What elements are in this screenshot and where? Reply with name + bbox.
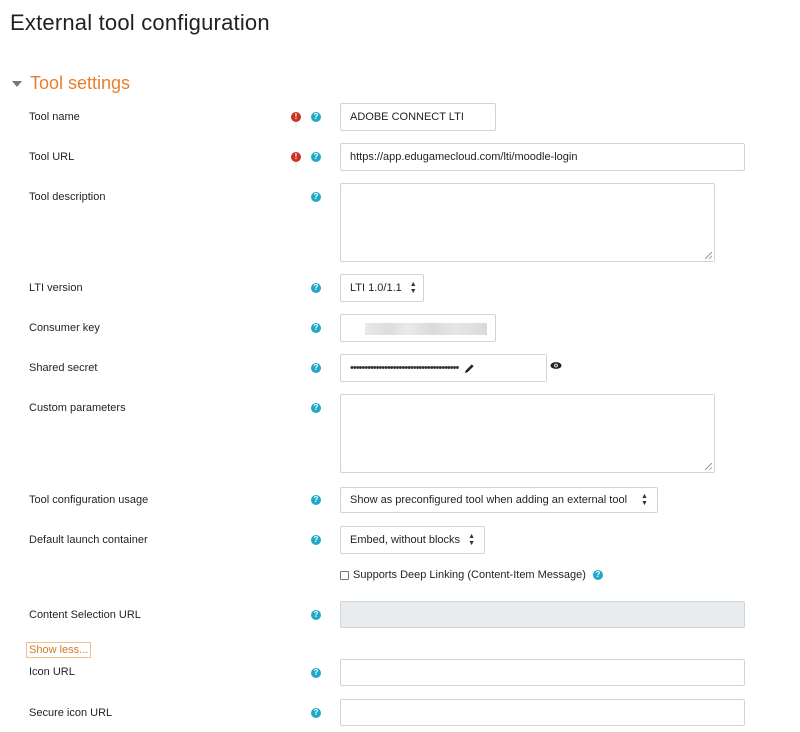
resize-handle-icon[interactable] bbox=[705, 463, 712, 470]
shared-secret-label: Shared secret bbox=[29, 362, 98, 374]
select-arrows-icon: ▲ ▼ bbox=[468, 533, 475, 547]
lti-version-label: LTI version bbox=[29, 282, 83, 294]
help-icon[interactable]: ? bbox=[311, 610, 321, 620]
row-lti-version: LTI version ? LTI 1.0/1.1 ▲ ▼ bbox=[0, 274, 800, 302]
shared-secret-masked-value: •••••••••••••••••••••••••••••••••••••• bbox=[350, 362, 459, 374]
deep-linking-checkbox[interactable] bbox=[340, 570, 349, 580]
tool-url-label: Tool URL bbox=[29, 151, 75, 163]
row-consumer-key: Consumer key ? bbox=[0, 314, 800, 342]
help-icon[interactable]: ? bbox=[592, 570, 603, 580]
tool-configuration-usage-value: Show as preconfigured tool when adding a… bbox=[350, 494, 628, 506]
resize-handle-icon[interactable] bbox=[705, 252, 712, 259]
deep-linking-label[interactable]: Supports Deep Linking (Content-Item Mess… bbox=[353, 569, 586, 581]
select-arrows-icon: ▲ ▼ bbox=[641, 493, 648, 507]
row-default-launch-container: Default launch container ? Embed, withou… bbox=[0, 526, 800, 554]
row-shared-secret: Shared secret ? ••••••••••••••••••••••••… bbox=[0, 354, 800, 382]
section-title: Tool settings bbox=[30, 73, 131, 93]
help-icon[interactable]: ? bbox=[311, 535, 321, 545]
custom-parameters-textarea[interactable] bbox=[340, 394, 715, 473]
help-icon[interactable]: ? bbox=[311, 152, 321, 162]
custom-parameters-label: Custom parameters bbox=[29, 402, 126, 414]
row-tool-name: Tool name ! ? ADOBE CONNECT LTI bbox=[0, 103, 800, 131]
help-icon[interactable]: ? bbox=[311, 323, 321, 333]
icon-url-input[interactable] bbox=[340, 659, 745, 686]
tool-configuration-usage-select[interactable]: Show as preconfigured tool when adding a… bbox=[340, 487, 658, 513]
consumer-key-label: Consumer key bbox=[29, 322, 100, 334]
secure-icon-url-label: Secure icon URL bbox=[29, 707, 113, 719]
tool-name-input[interactable]: ADOBE CONNECT LTI bbox=[340, 103, 496, 131]
show-less-link[interactable]: Show less... bbox=[26, 642, 92, 658]
help-icon[interactable]: ? bbox=[311, 112, 321, 122]
help-icon[interactable]: ? bbox=[311, 403, 321, 413]
default-launch-container-select[interactable]: Embed, without blocks ▲ ▼ bbox=[340, 526, 485, 554]
shared-secret-input[interactable]: •••••••••••••••••••••••••••••••••••••• bbox=[340, 354, 547, 382]
eye-icon[interactable] bbox=[550, 361, 562, 370]
select-arrows-icon: ▲ ▼ bbox=[409, 281, 417, 295]
tool-description-label: Tool description bbox=[29, 191, 106, 203]
help-icon[interactable]: ? bbox=[311, 363, 321, 373]
row-icon-url: Icon URL ? bbox=[0, 659, 800, 686]
redacted-value bbox=[365, 323, 487, 335]
help-icon[interactable]: ? bbox=[311, 192, 321, 202]
consumer-key-input[interactable] bbox=[340, 314, 496, 342]
default-launch-container-value: Embed, without blocks bbox=[350, 534, 461, 546]
lti-version-value: LTI 1.0/1.1 bbox=[350, 282, 402, 294]
content-selection-url-input bbox=[340, 601, 745, 628]
required-icon: ! bbox=[291, 152, 301, 162]
deep-linking-option: Supports Deep Linking (Content-Item Mess… bbox=[340, 569, 603, 581]
help-icon[interactable]: ? bbox=[311, 708, 321, 718]
help-icon[interactable]: ? bbox=[311, 668, 321, 678]
tool-name-label: Tool name bbox=[29, 111, 80, 123]
default-launch-container-label: Default launch container bbox=[29, 534, 148, 546]
secure-icon-url-input[interactable] bbox=[340, 699, 745, 726]
content-selection-url-label: Content Selection URL bbox=[29, 609, 141, 621]
section-header-tool-settings[interactable]: Tool settings bbox=[12, 73, 130, 94]
required-icon: ! bbox=[291, 112, 301, 122]
lti-version-select[interactable]: LTI 1.0/1.1 ▲ ▼ bbox=[340, 274, 424, 302]
collapse-caret-icon[interactable] bbox=[12, 80, 22, 87]
tool-configuration-usage-label: Tool configuration usage bbox=[29, 494, 149, 506]
row-tool-description: Tool description ? bbox=[0, 183, 800, 263]
pencil-icon[interactable] bbox=[464, 363, 475, 374]
tool-description-textarea[interactable] bbox=[340, 183, 715, 262]
row-secure-icon-url: Secure icon URL ? bbox=[0, 699, 800, 726]
row-tool-url: Tool URL ! ? https://app.edugamecloud.co… bbox=[0, 143, 800, 171]
icon-url-label: Icon URL bbox=[29, 666, 75, 678]
help-icon[interactable]: ? bbox=[311, 283, 321, 293]
help-icon[interactable]: ? bbox=[311, 495, 321, 505]
row-tool-configuration-usage: Tool configuration usage ? Show as preco… bbox=[0, 487, 800, 513]
page-title: External tool configuration bbox=[10, 10, 270, 35]
row-content-selection-url: Content Selection URL ? bbox=[0, 601, 800, 628]
row-custom-parameters: Custom parameters ? bbox=[0, 394, 800, 474]
tool-url-input[interactable]: https://app.edugamecloud.com/lti/moodle-… bbox=[340, 143, 745, 171]
